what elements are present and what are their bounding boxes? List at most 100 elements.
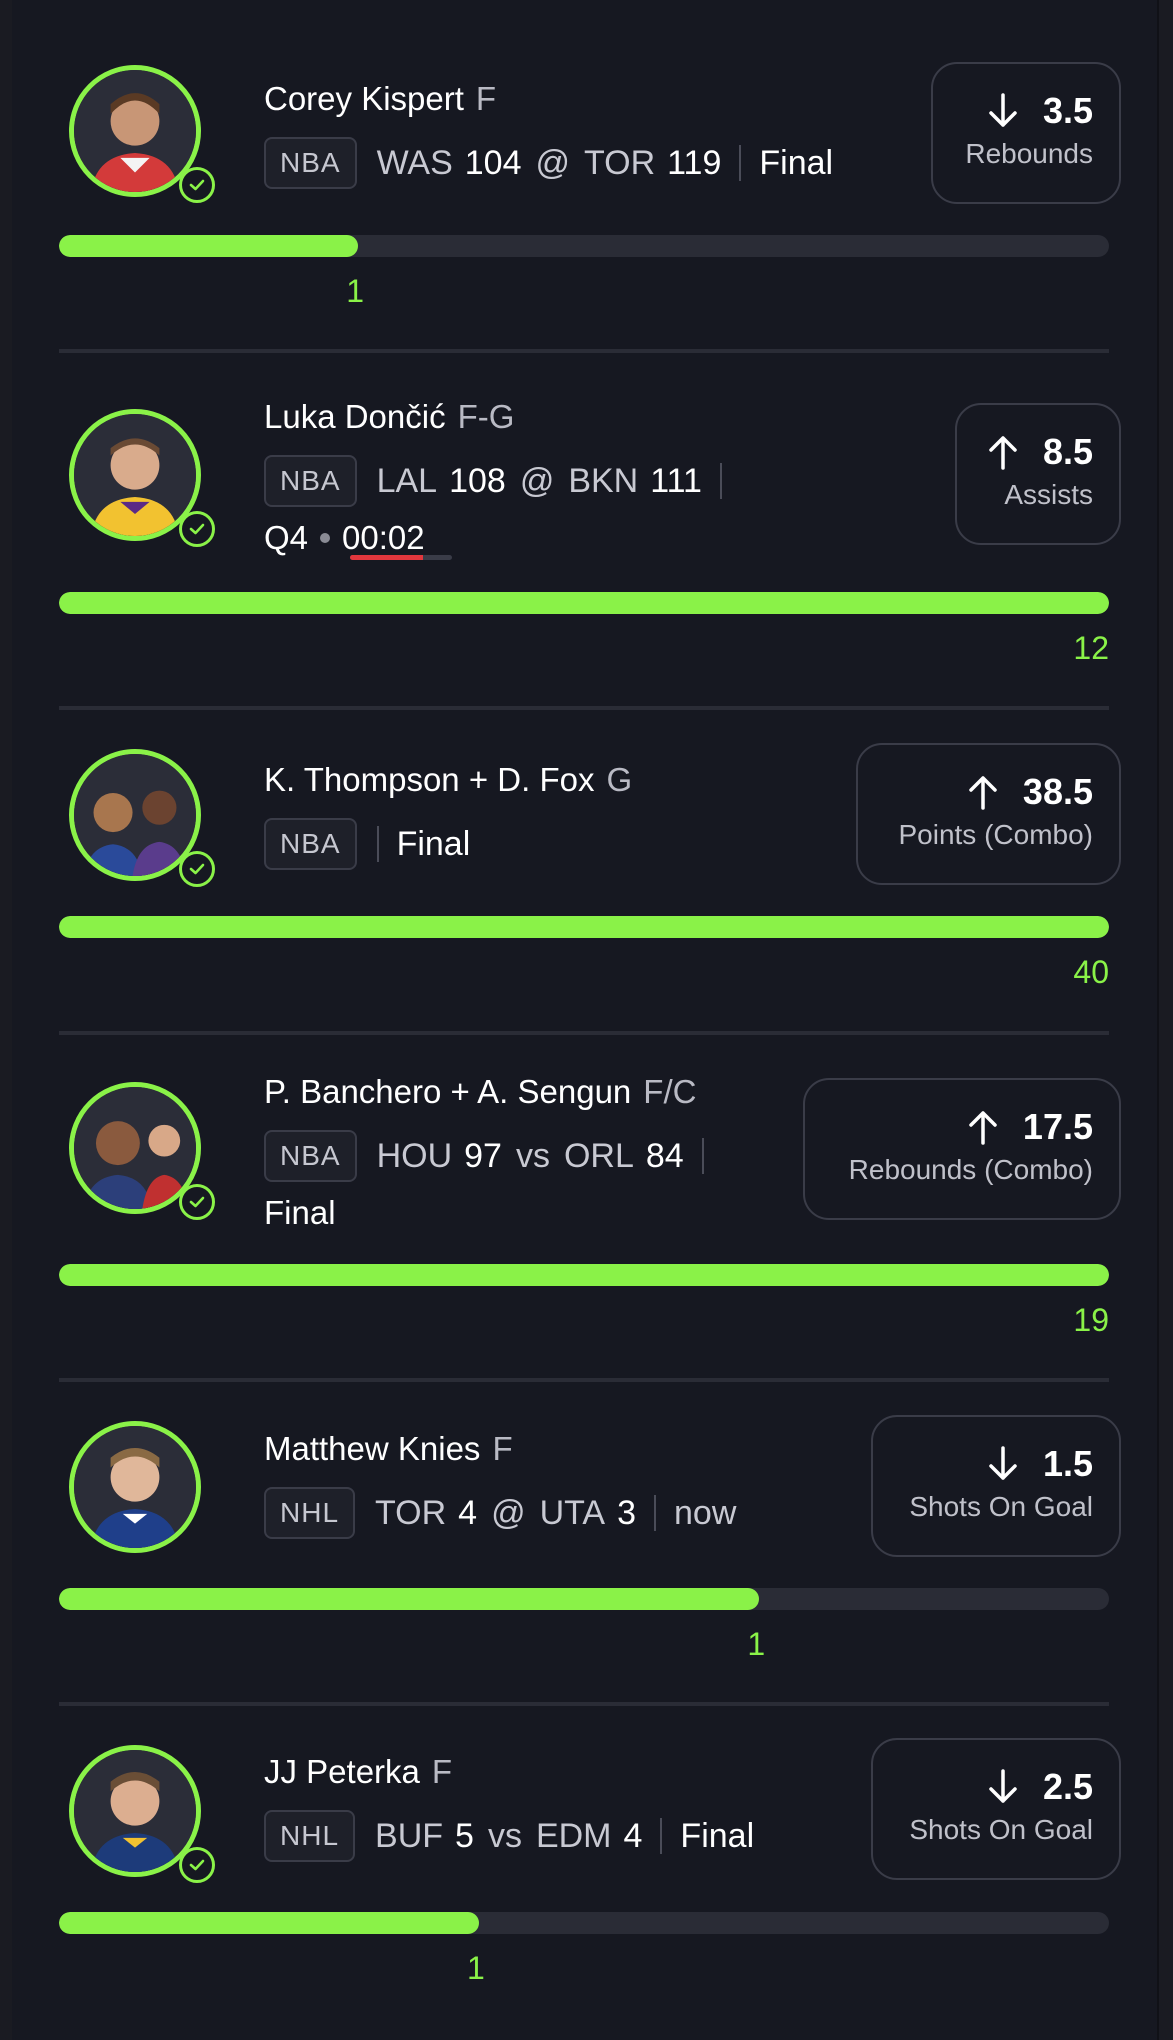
divider-bar — [739, 145, 742, 181]
progress-track — [59, 916, 1109, 938]
matchup-separator: @ — [519, 461, 555, 500]
pick-info: Matthew Knies F NHL TOR 4 @ UTA 3 now — [264, 1427, 736, 1539]
arrow-down-icon — [989, 1446, 1017, 1480]
home-team: ORL — [563, 1136, 634, 1175]
league-badge: NBA — [264, 455, 357, 507]
pick-info: Corey Kispert F NBA WAS 104 @ TOR 119 Fin… — [264, 77, 833, 189]
player-name: Matthew Knies — [264, 1430, 481, 1467]
progress-fill — [59, 592, 1109, 614]
league-badge: NBA — [264, 818, 357, 870]
game-status: Final — [396, 824, 471, 863]
prop-stat-label: Shots On Goal — [909, 1814, 1093, 1845]
checkmark-icon — [179, 1184, 215, 1220]
matchup-separator: vs — [515, 1136, 550, 1175]
prop-line-box[interactable]: 1.5 Shots On Goal — [871, 1415, 1121, 1557]
prop-stat-label: Points (Combo) — [898, 819, 1093, 850]
away-score: 97 — [464, 1136, 502, 1175]
player-position: G — [606, 761, 633, 798]
prop-line-value: 1.5 — [1042, 1443, 1093, 1484]
pick-card[interactable]: K. Thompson + D. Fox G NBA Final 38.5 Poi… — [59, 740, 1121, 1000]
league-badge: NBA — [264, 1130, 357, 1182]
prop-stat-label: Rebounds — [965, 138, 1093, 169]
away-team: BUF — [375, 1816, 444, 1855]
game-status: now — [674, 1493, 737, 1532]
player-name: P. Banchero + A. Sengun — [264, 1073, 632, 1110]
checkmark-icon — [179, 851, 215, 887]
card-divider — [59, 706, 1109, 710]
prop-line-value: 2.5 — [1042, 1766, 1093, 1807]
game-clock-progress-fill — [350, 555, 424, 560]
card-divider — [59, 1031, 1109, 1035]
arrow-down-icon — [989, 93, 1017, 127]
player-position: F — [492, 1430, 513, 1467]
actual-value: 12 — [1073, 630, 1109, 666]
checkmark-icon — [179, 511, 215, 547]
league-badge: NHL — [264, 1487, 356, 1539]
player-position: F-G — [457, 398, 515, 435]
pick-card[interactable]: Corey Kispert F NBA WAS 104 @ TOR 119 Fin… — [59, 55, 1121, 309]
home-score: 4 — [623, 1816, 643, 1855]
matchup-separator: vs — [487, 1816, 522, 1855]
arrow-up-icon — [969, 1111, 997, 1145]
home-score: 111 — [650, 461, 702, 500]
prop-stat-label: Rebounds (Combo) — [848, 1154, 1093, 1185]
game-status: Final — [680, 1816, 755, 1855]
card-divider — [59, 349, 1109, 353]
pick-card[interactable]: JJ Peterka F NHL BUF 5 vs EDM 4 Final 2.5… — [59, 1738, 1121, 1998]
bullet-dot — [320, 533, 331, 543]
player-position: F — [431, 1753, 453, 1790]
card-divider — [59, 1378, 1109, 1382]
arrow-up-icon — [989, 436, 1017, 470]
pick-card[interactable]: Matthew Knies F NHL TOR 4 @ UTA 3 now 1.5… — [59, 1415, 1121, 1675]
home-score: 84 — [645, 1136, 684, 1175]
prop-line-value: 3.5 — [1042, 90, 1093, 131]
game-status: Final — [759, 143, 834, 182]
game-clock: 00:02 — [342, 519, 425, 556]
prop-line-value: 8.5 — [1042, 431, 1093, 472]
away-team: WAS — [376, 143, 453, 182]
divider-bar — [719, 463, 722, 499]
home-team: TOR — [584, 143, 656, 182]
arrow-up-icon — [969, 776, 997, 810]
pick-info: Luka Dončić F-G NBA LAL 108 @ BKN 111 Q4 … — [264, 395, 740, 560]
progress-track — [59, 1588, 1109, 1610]
prop-stat-label: Shots On Goal — [909, 1491, 1093, 1522]
prop-line-box[interactable]: 2.5 Shots On Goal — [871, 1738, 1121, 1880]
actual-value: 40 — [1073, 954, 1109, 990]
away-score: 4 — [458, 1493, 478, 1532]
prop-line-value: 17.5 — [1022, 1106, 1093, 1147]
away-score: 5 — [455, 1816, 474, 1855]
background-edge-right — [1159, 0, 1173, 2040]
game-status: Final — [264, 1194, 336, 1231]
card-divider — [59, 1702, 1109, 1706]
progress-track — [59, 235, 1109, 257]
arrow-down-icon — [989, 1769, 1017, 1803]
progress-fill — [59, 1588, 760, 1610]
progress-fill — [59, 235, 359, 257]
prop-line-box[interactable]: 38.5 Points (Combo) — [856, 743, 1121, 885]
pick-info: JJ Peterka F NHL BUF 5 vs EDM 4 Final — [264, 1750, 754, 1862]
pick-card[interactable]: P. Banchero + A. Sengun F/C NBA HOU 97 vs… — [59, 1070, 1121, 1345]
progress-fill — [59, 916, 1109, 938]
home-score: 3 — [617, 1493, 637, 1532]
game-period: Q4 — [264, 519, 309, 556]
away-team: LAL — [376, 461, 438, 500]
progress-track — [59, 1264, 1109, 1286]
divider-bar — [701, 1138, 704, 1174]
progress-fill — [59, 1264, 1109, 1286]
player-headshot-icon — [69, 1421, 201, 1553]
player-name: Corey Kispert — [264, 80, 464, 117]
progress-track — [59, 1912, 1109, 1934]
divider-bar — [660, 1818, 663, 1854]
home-team: UTA — [539, 1493, 606, 1532]
divider-bar — [376, 826, 379, 862]
prop-line-box[interactable]: 3.5 Rebounds — [931, 62, 1121, 204]
prop-line-box[interactable]: 17.5 Rebounds (Combo) — [803, 1078, 1121, 1220]
pick-card[interactable]: Luka Dončić F-G NBA LAL 108 @ BKN 111 Q4 … — [59, 395, 1121, 666]
away-score: 104 — [464, 143, 522, 182]
actual-value: 19 — [1073, 1302, 1109, 1338]
prop-stat-label: Assists — [1004, 479, 1093, 510]
player-position: F — [475, 80, 497, 117]
checkmark-icon — [179, 1847, 215, 1883]
prop-line-box[interactable]: 8.5 Assists — [955, 403, 1121, 545]
